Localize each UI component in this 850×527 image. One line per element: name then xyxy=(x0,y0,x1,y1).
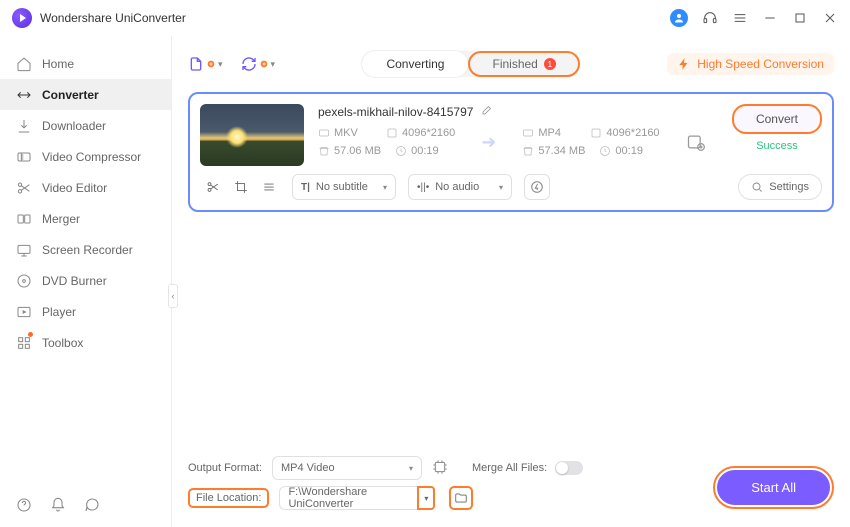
video-thumbnail[interactable] xyxy=(200,104,304,166)
compressor-icon xyxy=(16,149,32,165)
sidebar-item-label: Player xyxy=(42,305,76,319)
plus-badge-icon xyxy=(259,59,269,69)
sidebar-item-label: Video Compressor xyxy=(42,150,141,164)
minimize-button[interactable] xyxy=(762,10,778,26)
bell-icon[interactable] xyxy=(50,497,66,513)
bolt-icon xyxy=(677,57,691,71)
crop-icon[interactable] xyxy=(234,180,248,194)
download-icon xyxy=(16,118,32,134)
converter-icon xyxy=(16,87,32,103)
merger-icon xyxy=(16,211,32,227)
scissors-icon xyxy=(16,180,32,196)
effects-icon[interactable] xyxy=(262,180,276,194)
home-icon xyxy=(16,56,32,72)
target-specs: MP4 4096*2160 57.34 MB 00:19 xyxy=(522,127,659,157)
play-icon xyxy=(16,304,32,320)
file-location-label: File Location: xyxy=(188,488,269,508)
account-avatar[interactable] xyxy=(670,9,688,27)
help-icon[interactable] xyxy=(16,497,32,513)
settings-button[interactable]: Settings xyxy=(738,174,822,200)
finished-badge: 1 xyxy=(544,58,556,70)
output-format-label: Output Format: xyxy=(188,462,262,474)
sidebar-item-home[interactable]: Home xyxy=(0,48,171,79)
convert-button[interactable]: Convert xyxy=(732,104,822,134)
add-file-icon xyxy=(188,56,204,72)
app-title: Wondershare UniConverter xyxy=(40,11,186,25)
sidebar-item-toolbox[interactable]: Toolbox xyxy=(0,327,171,358)
sidebar-item-downloader[interactable]: Downloader xyxy=(0,110,171,141)
app-logo xyxy=(12,8,32,28)
source-specs: MKV 4096*2160 57.06 MB 00:19 xyxy=(318,127,455,157)
sidebar-item-player[interactable]: Player xyxy=(0,296,171,327)
sidebar-item-label: Downloader xyxy=(42,119,106,133)
high-speed-toggle[interactable]: High Speed Conversion xyxy=(667,53,834,75)
main-panel: ▾ ▾ Converting Finished 1 High Speed Con… xyxy=(172,36,850,527)
maximize-button[interactable] xyxy=(792,10,808,26)
speed-info-icon[interactable] xyxy=(524,174,550,200)
status-text: Success xyxy=(756,140,798,152)
sidebar-item-label: DVD Burner xyxy=(42,274,107,288)
arrow-icon: ➜ xyxy=(481,132,496,153)
tab-finished[interactable]: Finished 1 xyxy=(468,51,579,77)
sidebar-item-label: Screen Recorder xyxy=(42,243,133,257)
start-all-wrap: Start All xyxy=(713,466,834,509)
sidebar-item-dvd[interactable]: DVD Burner xyxy=(0,265,171,296)
hamburger-menu-icon[interactable] xyxy=(732,10,748,26)
output-settings-icon[interactable] xyxy=(686,132,706,152)
titlebar: Wondershare UniConverter xyxy=(0,0,850,36)
trim-icon[interactable] xyxy=(206,180,220,194)
rename-button[interactable] xyxy=(481,104,493,119)
hardware-accel-icon[interactable] xyxy=(432,459,448,478)
chevron-down-icon: ▾ xyxy=(271,59,276,70)
file-location-dropdown[interactable]: ▾ xyxy=(417,486,435,510)
sidebar-item-label: Toolbox xyxy=(42,336,83,350)
sidebar-item-recorder[interactable]: Screen Recorder xyxy=(0,234,171,265)
feedback-icon[interactable] xyxy=(84,497,100,513)
merge-toggle[interactable] xyxy=(555,461,583,475)
sidebar-item-label: Home xyxy=(42,57,74,71)
sidebar-item-converter[interactable]: Converter xyxy=(0,79,171,110)
headset-icon[interactable] xyxy=(702,10,718,26)
close-button[interactable] xyxy=(822,10,838,26)
chevron-down-icon: ▾ xyxy=(218,59,223,70)
output-format-dropdown[interactable]: MP4 Video▾ xyxy=(272,456,422,480)
subtitle-dropdown[interactable]: T| No subtitle ▾ xyxy=(292,174,396,200)
sidebar-item-label: Converter xyxy=(42,88,99,102)
merge-label: Merge All Files: xyxy=(472,462,547,474)
sidebar-item-compressor[interactable]: Video Compressor xyxy=(0,141,171,172)
sidebar-item-merger[interactable]: Merger xyxy=(0,203,171,234)
open-folder-button[interactable] xyxy=(449,486,473,510)
plus-badge-icon xyxy=(206,59,216,69)
add-file-button[interactable]: ▾ xyxy=(188,56,223,72)
disc-icon xyxy=(16,273,32,289)
sidebar: Home Converter Downloader Video Compress… xyxy=(0,36,172,527)
refresh-icon xyxy=(241,56,257,72)
tab-converting[interactable]: Converting xyxy=(362,51,468,77)
notification-dot xyxy=(28,332,33,337)
sidebar-item-label: Merger xyxy=(42,212,80,226)
sidebar-item-label: Video Editor xyxy=(42,181,107,195)
audio-dropdown[interactable]: •||• No audio ▾ xyxy=(408,174,512,200)
recorder-icon xyxy=(16,242,32,258)
add-folder-button[interactable]: ▾ xyxy=(241,56,276,72)
file-card: pexels-mikhail-nilov-8415797 MKV 4096*21… xyxy=(188,92,834,212)
start-all-button[interactable]: Start All xyxy=(717,470,830,505)
file-name: pexels-mikhail-nilov-8415797 xyxy=(318,105,473,119)
file-location-field[interactable]: F:\Wondershare UniConverter xyxy=(279,486,417,510)
status-tabs: Converting Finished 1 xyxy=(362,51,579,77)
sidebar-item-editor[interactable]: Video Editor xyxy=(0,172,171,203)
